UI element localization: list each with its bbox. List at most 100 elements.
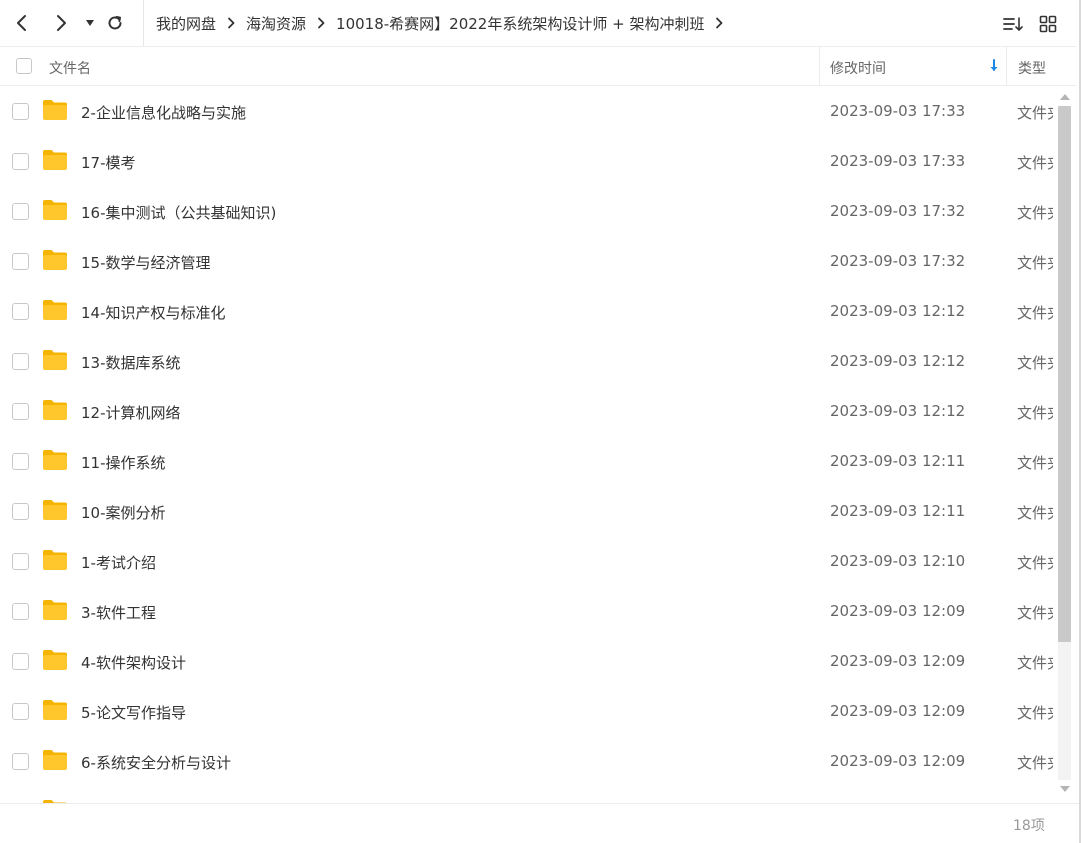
file-name[interactable]: 2-企业信息化战略与实施 <box>81 102 246 123</box>
file-type: 文件夹 <box>1017 704 1053 722</box>
file-row[interactable]: 4-软件架构设计 2023-09-03 12:09 文件夹 <box>0 637 1056 687</box>
breadcrumb-item-current[interactable]: 10018-希赛网】2022年系统架构设计师 + 架构冲刺班 <box>336 13 704 34</box>
scroll-up-button[interactable] <box>1058 91 1072 103</box>
row-checkbox[interactable] <box>12 703 29 720</box>
file-row[interactable]: 3-软件工程 2023-09-03 12:09 文件夹 <box>0 587 1056 637</box>
file-name[interactable]: 13-数据库系统 <box>81 352 181 373</box>
file-type: 文件夹 <box>1017 604 1053 622</box>
row-checkbox[interactable] <box>12 303 29 320</box>
file-row-partial[interactable] <box>0 787 1056 803</box>
breadcrumb-separator-icon <box>306 17 336 29</box>
breadcrumb-item[interactable]: 海淘资源 <box>246 13 306 34</box>
file-list: 2-企业信息化战略与实施 2023-09-03 17:33 文件夹 17-模考 2023… <box>0 87 1056 803</box>
file-type: 文件夹 <box>1017 404 1053 422</box>
file-type: 文件夹 <box>1017 754 1053 772</box>
file-name[interactable]: 11-操作系统 <box>81 452 166 473</box>
scroll-down-button[interactable] <box>1058 783 1072 795</box>
file-row[interactable]: 6-系统安全分析与设计 2023-09-03 12:09 文件夹 <box>0 737 1056 787</box>
file-modified-time: 2023-09-03 17:33 <box>830 102 966 120</box>
file-row[interactable]: 13-数据库系统 2023-09-03 12:12 文件夹 <box>0 337 1056 387</box>
status-bar: 18项 <box>0 803 1079 843</box>
folder-icon <box>42 499 68 521</box>
row-checkbox[interactable] <box>12 503 29 520</box>
row-checkbox[interactable] <box>12 203 29 220</box>
file-name[interactable]: 15-数学与经济管理 <box>81 252 211 273</box>
row-checkbox[interactable] <box>12 603 29 620</box>
history-dropdown-button[interactable] <box>76 9 104 37</box>
file-row[interactable]: 1-考试介绍 2023-09-03 12:10 文件夹 <box>0 537 1056 587</box>
file-row[interactable]: 11-操作系统 2023-09-03 12:11 文件夹 <box>0 437 1056 487</box>
item-count: 18项 <box>1013 818 1045 834</box>
row-checkbox[interactable] <box>12 453 29 470</box>
file-row[interactable]: 17-模考 2023-09-03 17:33 文件夹 <box>0 137 1056 187</box>
column-header-modified[interactable]: 修改时间 <box>830 58 886 78</box>
folder-icon <box>42 449 68 471</box>
file-row[interactable]: 14-知识产权与标准化 2023-09-03 12:12 文件夹 <box>0 287 1056 337</box>
file-type: 文件夹 <box>1017 304 1053 322</box>
folder-icon <box>42 549 68 571</box>
file-name[interactable]: 3-软件工程 <box>81 602 156 623</box>
file-type: 文件夹 <box>1017 154 1053 172</box>
file-name[interactable]: 5-论文写作指导 <box>81 702 186 723</box>
file-modified-time: 2023-09-03 12:09 <box>830 652 966 670</box>
file-type: 文件夹 <box>1017 554 1053 572</box>
folder-icon <box>42 249 68 271</box>
file-modified-time: 2023-09-03 17:32 <box>830 252 966 270</box>
file-modified-time: 2023-09-03 12:11 <box>830 452 966 470</box>
chevron-right-icon <box>57 15 66 31</box>
column-divider[interactable] <box>819 47 820 85</box>
column-header-name[interactable]: 文件名 <box>49 58 91 78</box>
toolbar: 我的网盘 海淘资源 10018-希赛网】2022年系统架构设计师 + 架构冲刺班 <box>0 0 1079 46</box>
file-name[interactable]: 12-计算机网络 <box>81 402 181 423</box>
file-type: 文件夹 <box>1017 504 1053 522</box>
row-checkbox[interactable] <box>12 753 29 770</box>
file-row[interactable]: 16-集中测试（公共基础知识) 2023-09-03 17:32 文件夹 <box>0 187 1056 237</box>
row-checkbox[interactable] <box>12 403 29 420</box>
row-checkbox[interactable] <box>12 103 29 120</box>
file-name[interactable]: 1-考试介绍 <box>81 552 156 573</box>
chevron-left-icon <box>17 15 26 31</box>
row-checkbox[interactable] <box>12 553 29 570</box>
file-name[interactable]: 10-案例分析 <box>81 502 166 523</box>
folder-icon <box>42 699 68 721</box>
column-header-type[interactable]: 类型 <box>1018 58 1046 78</box>
file-row[interactable]: 5-论文写作指导 2023-09-03 12:09 文件夹 <box>0 687 1056 737</box>
file-row[interactable]: 12-计算机网络 2023-09-03 12:12 文件夹 <box>0 387 1056 437</box>
breadcrumb-item[interactable]: 我的网盘 <box>156 13 216 34</box>
sort-descending-icon <box>989 59 999 77</box>
breadcrumb-separator-icon <box>704 17 734 29</box>
folder-icon <box>42 749 68 771</box>
caret-down-icon <box>86 20 94 26</box>
file-name[interactable]: 17-模考 <box>81 152 136 173</box>
grid-view-icon <box>1039 15 1057 33</box>
column-divider[interactable] <box>1006 47 1007 85</box>
sort-list-icon <box>1003 17 1023 31</box>
row-checkbox[interactable] <box>12 653 29 670</box>
scrollbar-thumb[interactable] <box>1058 106 1071 642</box>
row-checkbox[interactable] <box>12 353 29 370</box>
file-modified-time: 2023-09-03 12:09 <box>830 702 966 720</box>
file-row[interactable]: 10-案例分析 2023-09-03 12:11 文件夹 <box>0 487 1056 537</box>
refresh-button[interactable] <box>101 9 129 37</box>
breadcrumb: 我的网盘 海淘资源 10018-希赛网】2022年系统架构设计师 + 架构冲刺班 <box>143 0 734 46</box>
row-checkbox[interactable] <box>12 253 29 270</box>
select-all-checkbox[interactable] <box>16 58 32 74</box>
file-row[interactable]: 2-企业信息化战略与实施 2023-09-03 17:33 文件夹 <box>0 87 1056 137</box>
file-browser-window: 我的网盘 海淘资源 10018-希赛网】2022年系统架构设计师 + 架构冲刺班… <box>0 0 1081 843</box>
grid-view-button[interactable] <box>1036 12 1060 36</box>
file-row[interactable]: 15-数学与经济管理 2023-09-03 17:32 文件夹 <box>0 237 1056 287</box>
row-checkbox[interactable] <box>12 153 29 170</box>
file-name[interactable]: 16-集中测试（公共基础知识) <box>81 202 276 223</box>
breadcrumb-separator-icon <box>216 17 246 29</box>
file-name[interactable]: 14-知识产权与标准化 <box>81 302 226 323</box>
file-name[interactable]: 4-软件架构设计 <box>81 652 186 673</box>
folder-icon <box>42 199 68 221</box>
file-modified-time: 2023-09-03 12:11 <box>830 502 966 520</box>
back-button[interactable] <box>8 9 36 37</box>
sort-button[interactable] <box>1001 12 1025 36</box>
forward-button[interactable] <box>47 9 75 37</box>
file-name[interactable]: 6-系统安全分析与设计 <box>81 752 231 773</box>
file-type: 文件夹 <box>1017 204 1053 222</box>
file-type: 文件夹 <box>1017 354 1053 372</box>
file-modified-time: 2023-09-03 12:12 <box>830 352 966 370</box>
